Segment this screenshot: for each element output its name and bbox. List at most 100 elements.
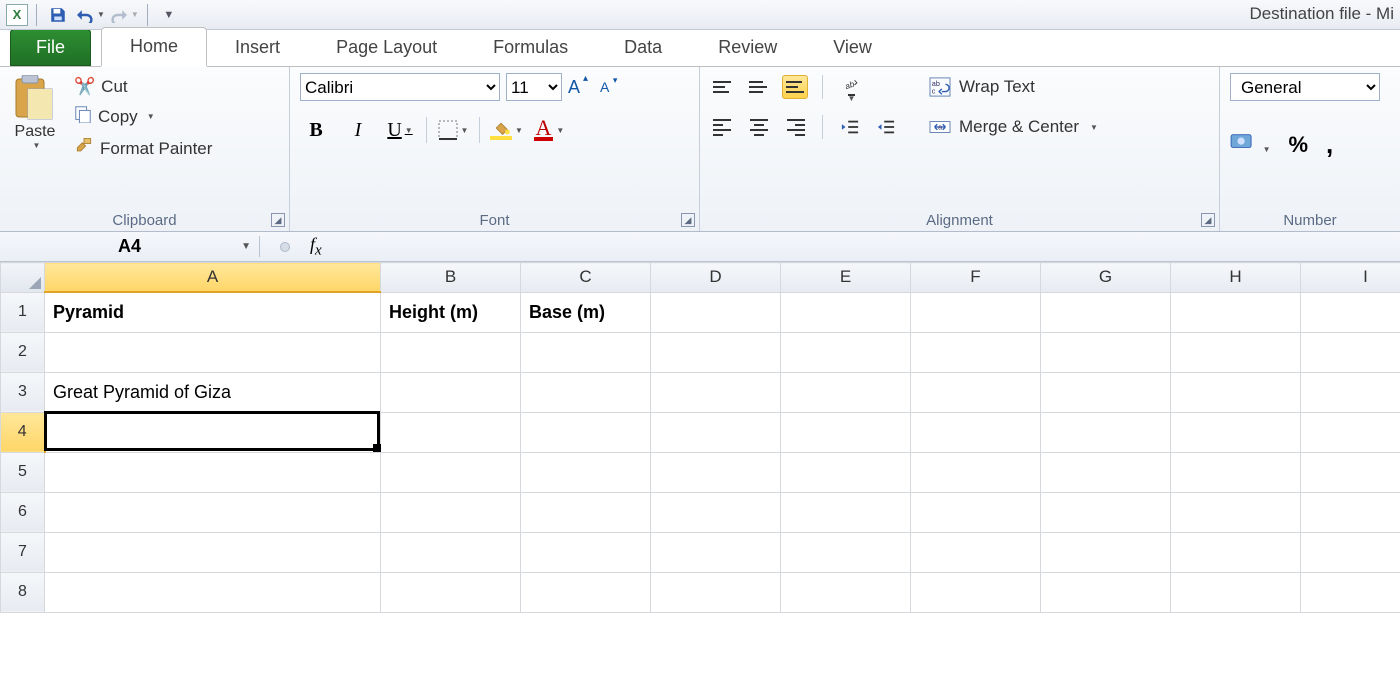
col-header-F[interactable]: F: [911, 263, 1041, 293]
align-bottom-button[interactable]: [782, 75, 808, 99]
cell-F5[interactable]: [911, 452, 1041, 492]
col-header-A[interactable]: A: [45, 263, 381, 293]
cell-F1[interactable]: [911, 292, 1041, 332]
align-right-button[interactable]: [782, 115, 808, 139]
cell-B3[interactable]: [381, 372, 521, 412]
cell-I6[interactable]: [1301, 492, 1400, 532]
col-header-H[interactable]: H: [1171, 263, 1301, 293]
cell-B2[interactable]: [381, 332, 521, 372]
cell-A1[interactable]: Pyramid: [45, 292, 381, 332]
select-all-corner[interactable]: [1, 263, 45, 293]
tab-home[interactable]: Home: [101, 27, 207, 67]
font-size-select[interactable]: 11: [506, 73, 562, 101]
cell-G6[interactable]: [1041, 492, 1171, 532]
cell-H2[interactable]: [1171, 332, 1301, 372]
col-header-I[interactable]: I: [1301, 263, 1400, 293]
cell-A3[interactable]: Great Pyramid of Giza: [45, 372, 381, 412]
tab-formulas[interactable]: Formulas: [465, 29, 596, 66]
cell-B6[interactable]: [381, 492, 521, 532]
cell-D7[interactable]: [651, 532, 781, 572]
cell-A4[interactable]: [45, 412, 381, 452]
increase-indent-button[interactable]: [873, 115, 899, 139]
col-header-E[interactable]: E: [781, 263, 911, 293]
cell-B7[interactable]: [381, 532, 521, 572]
fx-icon[interactable]: fx: [310, 234, 322, 260]
paste-button[interactable]: Paste ▼: [10, 73, 60, 152]
cell-E7[interactable]: [781, 532, 911, 572]
row-header-5[interactable]: 5: [1, 452, 45, 492]
tab-data[interactable]: Data: [596, 29, 690, 66]
cell-E3[interactable]: [781, 372, 911, 412]
redo-button[interactable]: ▼: [109, 3, 139, 27]
tab-page-layout[interactable]: Page Layout: [308, 29, 465, 66]
cell-H5[interactable]: [1171, 452, 1301, 492]
tab-view[interactable]: View: [805, 29, 900, 66]
tab-insert[interactable]: Insert: [207, 29, 308, 66]
cell-C5[interactable]: [521, 452, 651, 492]
cell-E4[interactable]: [781, 412, 911, 452]
cell-G2[interactable]: [1041, 332, 1171, 372]
cell-D4[interactable]: [651, 412, 781, 452]
bold-button[interactable]: B: [300, 115, 332, 145]
spreadsheet-grid[interactable]: A B C D E F G H I 1 Pyramid Height (m) B…: [0, 262, 1400, 613]
number-format-select[interactable]: General: [1230, 73, 1380, 101]
undo-button[interactable]: ▼: [75, 3, 105, 27]
row-header-4[interactable]: 4: [1, 412, 45, 452]
cell-G7[interactable]: [1041, 532, 1171, 572]
format-painter-button[interactable]: Format Painter: [70, 134, 216, 163]
cell-H7[interactable]: [1171, 532, 1301, 572]
wrap-text-button[interactable]: abc Wrap Text: [929, 77, 1098, 97]
cell-H8[interactable]: [1171, 572, 1301, 612]
cell-A7[interactable]: [45, 532, 381, 572]
cell-B5[interactable]: [381, 452, 521, 492]
cut-button[interactable]: ✂️ Cut: [70, 75, 216, 99]
border-button[interactable]: ▼: [437, 115, 469, 145]
save-button[interactable]: [45, 3, 71, 27]
row-header-2[interactable]: 2: [1, 332, 45, 372]
align-middle-button[interactable]: [746, 75, 772, 99]
cell-B1[interactable]: Height (m): [381, 292, 521, 332]
copy-button[interactable]: Copy ▼: [70, 103, 216, 130]
cell-G8[interactable]: [1041, 572, 1171, 612]
cell-G5[interactable]: [1041, 452, 1171, 492]
grow-font-button[interactable]: A▴: [568, 77, 580, 98]
row-header-7[interactable]: 7: [1, 532, 45, 572]
font-color-button[interactable]: A ▼: [533, 115, 565, 145]
cell-B8[interactable]: [381, 572, 521, 612]
cell-D1[interactable]: [651, 292, 781, 332]
cell-H1[interactable]: [1171, 292, 1301, 332]
cell-C7[interactable]: [521, 532, 651, 572]
col-header-D[interactable]: D: [651, 263, 781, 293]
row-header-1[interactable]: 1: [1, 292, 45, 332]
cell-D2[interactable]: [651, 332, 781, 372]
accounting-format-button[interactable]: ▼: [1230, 132, 1270, 158]
cell-F7[interactable]: [911, 532, 1041, 572]
cell-A8[interactable]: [45, 572, 381, 612]
cell-I3[interactable]: [1301, 372, 1400, 412]
cell-F2[interactable]: [911, 332, 1041, 372]
cell-E8[interactable]: [781, 572, 911, 612]
orientation-button[interactable]: ab ▼: [837, 75, 863, 99]
cell-C1[interactable]: Base (m): [521, 292, 651, 332]
cell-H6[interactable]: [1171, 492, 1301, 532]
cell-E2[interactable]: [781, 332, 911, 372]
cell-I7[interactable]: [1301, 532, 1400, 572]
cell-B4[interactable]: [381, 412, 521, 452]
col-header-C[interactable]: C: [521, 263, 651, 293]
file-tab[interactable]: File: [10, 29, 91, 66]
align-left-button[interactable]: [710, 115, 736, 139]
cell-I4[interactable]: [1301, 412, 1400, 452]
col-header-G[interactable]: G: [1041, 263, 1171, 293]
cell-G1[interactable]: [1041, 292, 1171, 332]
cell-D3[interactable]: [651, 372, 781, 412]
cell-C4[interactable]: [521, 412, 651, 452]
insert-function-dot[interactable]: [280, 242, 290, 252]
cell-H3[interactable]: [1171, 372, 1301, 412]
cell-C6[interactable]: [521, 492, 651, 532]
qat-customize-button[interactable]: ▼: [156, 3, 182, 27]
tab-review[interactable]: Review: [690, 29, 805, 66]
row-header-6[interactable]: 6: [1, 492, 45, 532]
cell-F3[interactable]: [911, 372, 1041, 412]
cell-C2[interactable]: [521, 332, 651, 372]
comma-button[interactable]: ,: [1326, 129, 1333, 160]
